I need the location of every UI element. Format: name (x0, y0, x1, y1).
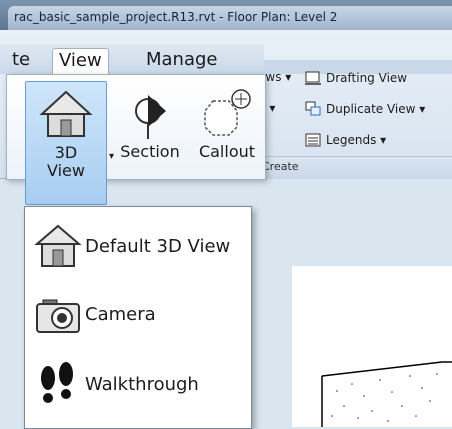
title-bar: rac_basic_sample_project.R13.rvt - Floor… (0, 0, 452, 30)
duplicate-view-icon (305, 101, 321, 116)
drafting-view-button[interactable]: Drafting View (304, 70, 407, 86)
3d-view-label-line2: View ▾ (26, 151, 114, 180)
section-button[interactable]: Section (113, 81, 187, 173)
3d-view-dropdown-menu: Default 3D View Camera Walkthrough (24, 206, 252, 429)
menu-item-label: Default 3D View (85, 235, 231, 257)
menu-item-default-3d-view[interactable]: Default 3D View (25, 213, 251, 279)
house-icon (34, 224, 82, 267)
drafting-view-label: Drafting View (326, 71, 408, 85)
house-icon (39, 90, 93, 137)
callout-label: Callout (198, 142, 256, 161)
legends-button[interactable]: Legends ▾ (304, 132, 386, 148)
tab-manage[interactable]: Manage (140, 48, 224, 74)
ribbon-tab-row: te View Manage (0, 44, 264, 75)
tab-view[interactable]: View (52, 48, 109, 75)
menu-item-camera[interactable]: Camera (25, 281, 251, 347)
create-panel-label: Create (262, 160, 299, 173)
drafting-view-icon (305, 71, 321, 85)
footprints-icon (41, 362, 73, 403)
legends-icon (305, 133, 321, 147)
floor-plan-drawing (321, 361, 452, 427)
duplicate-view-button[interactable]: Duplicate View ▾ (304, 101, 425, 117)
create-panel: 3D View ▾ Section Callout (6, 74, 266, 205)
duplicate-view-label: Duplicate View ▾ (326, 102, 426, 116)
section-label: Section (120, 142, 180, 161)
menu-item-label: Camera (85, 303, 156, 325)
menu-item-walkthrough[interactable]: Walkthrough (25, 351, 251, 417)
window-title: rac_basic_sample_project.R13.rvt - Floor… (14, 10, 338, 24)
3d-view-button[interactable]: 3D View ▾ (25, 81, 114, 205)
legends-label: Legends ▾ (326, 133, 387, 147)
3d-view-label-text: View (47, 161, 85, 180)
callout-button[interactable]: Callout (189, 81, 265, 173)
section-icon (135, 95, 166, 139)
3d-view-label-line1: 3D (54, 143, 78, 162)
drawing-canvas[interactable] (292, 266, 452, 427)
callout-icon (204, 89, 251, 136)
camera-icon (36, 299, 80, 333)
menu-item-label: Walkthrough (85, 373, 199, 395)
tab-partial[interactable]: te (6, 48, 36, 74)
